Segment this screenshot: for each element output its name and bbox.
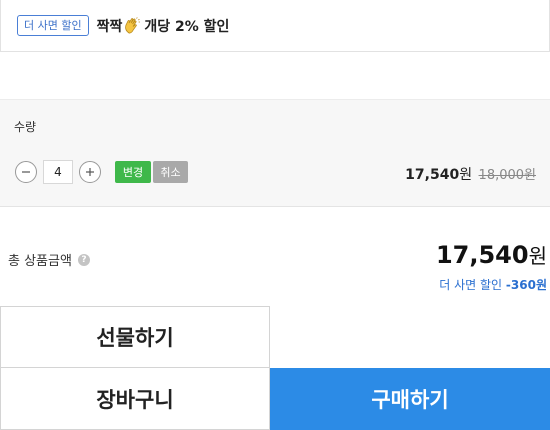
- quantity-stepper: [15, 160, 101, 184]
- minus-icon: [22, 171, 30, 173]
- clapping-hands-icon: [125, 16, 141, 33]
- apply-quantity-button[interactable]: 변경: [115, 161, 151, 183]
- total-price: 17,540원: [436, 240, 547, 269]
- plus-icon: [86, 168, 94, 176]
- total-price-currency: 원: [528, 244, 547, 268]
- sale-price: 17,540: [405, 167, 460, 183]
- add-to-cart-button[interactable]: 장바구니: [0, 368, 270, 430]
- total-label: 총 상품금액: [8, 254, 72, 269]
- quantity-box: 수량 변경 취소 17,540원 18,000원: [0, 99, 550, 207]
- quantity-input[interactable]: [43, 160, 73, 184]
- cancel-quantity-button[interactable]: 취소: [153, 161, 188, 183]
- bulk-discount-line: 더 사면 할인 -360원: [439, 276, 547, 293]
- promo-badge: 더 사면 할인: [17, 15, 89, 36]
- total-label-row: 총 상품금액 ?: [8, 250, 90, 269]
- sale-price-currency: 원: [459, 167, 473, 183]
- promo-banner: 더 사면 할인 짝짝 개당 2% 할인: [0, 0, 550, 52]
- promo-text-before: 짝짝: [96, 18, 123, 35]
- discount-label: 더 사면 할인: [439, 278, 506, 292]
- total-price-amount: 17,540: [435, 241, 529, 269]
- item-price: 17,540원 18,000원: [405, 164, 536, 184]
- promo-text: 짝짝 개당 2% 할인: [96, 16, 230, 36]
- increase-button[interactable]: [79, 161, 101, 183]
- original-price: 18,000원: [478, 168, 536, 183]
- promo-text-after: 개당 2% 할인: [144, 18, 230, 35]
- discount-amount: -360원: [505, 278, 547, 292]
- gift-button[interactable]: 선물하기: [0, 306, 270, 368]
- quantity-label: 수량: [14, 120, 37, 134]
- question-icon[interactable]: ?: [77, 253, 90, 266]
- buy-button[interactable]: 구매하기: [270, 368, 550, 430]
- decrease-button[interactable]: [15, 161, 37, 183]
